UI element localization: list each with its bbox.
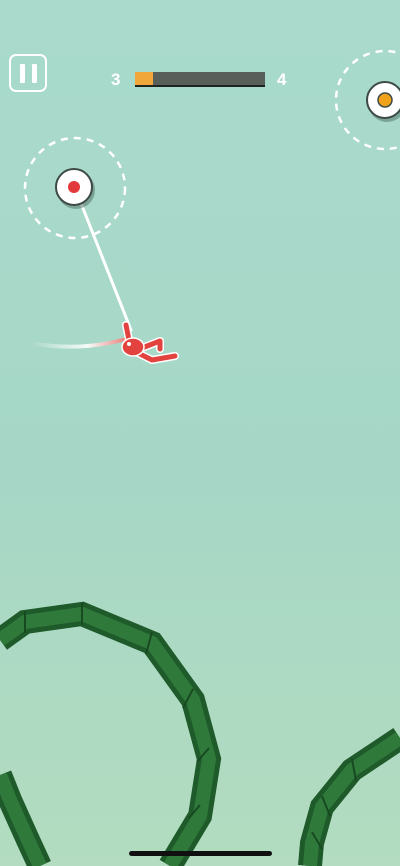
green-track-right xyxy=(298,728,400,866)
level-progress-fill xyxy=(135,72,154,85)
pause-button[interactable] xyxy=(9,54,47,92)
pivot-active-icon[interactable] xyxy=(55,168,95,209)
next-level-label: 4 xyxy=(277,70,287,89)
pause-icon-bar xyxy=(31,63,37,83)
home-indicator[interactable] xyxy=(129,851,272,856)
player-stickman xyxy=(121,321,179,364)
swing-trail xyxy=(28,337,128,349)
pivot-next-icon[interactable] xyxy=(366,81,400,122)
current-level-label: 3 xyxy=(111,70,121,89)
game-canvas[interactable] xyxy=(0,0,400,866)
level-progress-bar xyxy=(135,72,265,87)
game-scene[interactable]: 3 4 xyxy=(0,0,400,866)
green-track-left xyxy=(0,601,222,866)
pause-icon xyxy=(19,63,25,83)
swing-rope xyxy=(73,186,133,332)
